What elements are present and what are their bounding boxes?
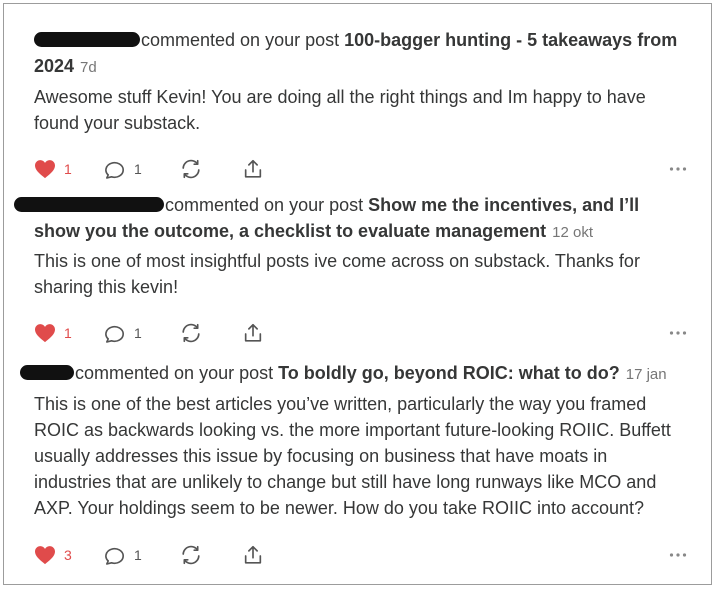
more-options-button[interactable] [669, 156, 687, 182]
restack-icon [182, 159, 200, 179]
comment-action-text: commented on your post [75, 363, 279, 383]
like-button[interactable]: 1 [34, 156, 72, 182]
share-icon [244, 159, 262, 178]
heart-icon [35, 546, 55, 565]
comment-actions: 1 1 [34, 156, 687, 182]
comment-action-text: commented on your post [141, 30, 345, 50]
like-button[interactable]: 1 [34, 320, 72, 346]
comment-timestamp: 7d [80, 59, 97, 76]
more-options-button[interactable] [669, 542, 687, 568]
like-count: 1 [64, 325, 72, 341]
redacted-author-name[interactable] [20, 364, 74, 380]
notifications-panel: commented on your post 100-bagger huntin… [3, 3, 712, 585]
like-button[interactable]: 3 [34, 542, 72, 568]
comment-header: commented on your post To boldly go, bey… [20, 360, 689, 388]
reply-button[interactable]: 1 [104, 156, 142, 182]
like-count: 1 [64, 161, 72, 177]
post-title-link[interactable]: To boldly go, beyond ROIC: what to do? [278, 363, 620, 383]
comment-icon [105, 547, 125, 565]
reply-count: 1 [134, 325, 142, 341]
redacted-author-name[interactable] [14, 196, 164, 212]
reply-count: 1 [134, 547, 142, 563]
reply-button[interactable]: 1 [104, 320, 142, 346]
comment-timestamp: 17 jan [625, 366, 667, 383]
more-icon [669, 167, 687, 171]
more-options-button[interactable] [669, 320, 687, 346]
reply-button[interactable]: 1 [104, 542, 142, 568]
more-icon [669, 553, 687, 557]
reply-count: 1 [134, 161, 142, 177]
restack-button[interactable] [180, 156, 202, 182]
comment-icon [105, 161, 125, 179]
restack-icon [182, 323, 200, 343]
comment-action-text: commented on your post [165, 195, 369, 215]
comment-header: commented on your post Show me the incen… [14, 192, 689, 246]
comment-body: This is one of the best articles you’ve … [34, 394, 671, 518]
share-button[interactable] [242, 320, 264, 346]
share-icon [244, 545, 262, 564]
heart-icon [35, 160, 55, 179]
comment-icon [105, 325, 125, 343]
comment-actions: 3 1 [34, 542, 687, 568]
restack-icon [182, 545, 200, 565]
redacted-author-name[interactable] [34, 31, 140, 47]
restack-button[interactable] [180, 320, 202, 346]
share-button[interactable] [242, 542, 264, 568]
share-button[interactable] [242, 156, 264, 182]
like-count: 3 [64, 547, 72, 563]
restack-button[interactable] [180, 542, 202, 568]
comment-header: commented on your post 100-bagger huntin… [34, 27, 689, 81]
comment-timestamp: 12 okt [552, 224, 594, 241]
comment-body: Awesome stuff Kevin! You are doing all t… [34, 87, 646, 133]
more-icon [669, 331, 687, 335]
share-icon [244, 323, 262, 342]
heart-icon [35, 324, 55, 343]
comment-body: This is one of most insightful posts ive… [34, 251, 640, 297]
comment-actions: 1 1 [34, 320, 687, 346]
